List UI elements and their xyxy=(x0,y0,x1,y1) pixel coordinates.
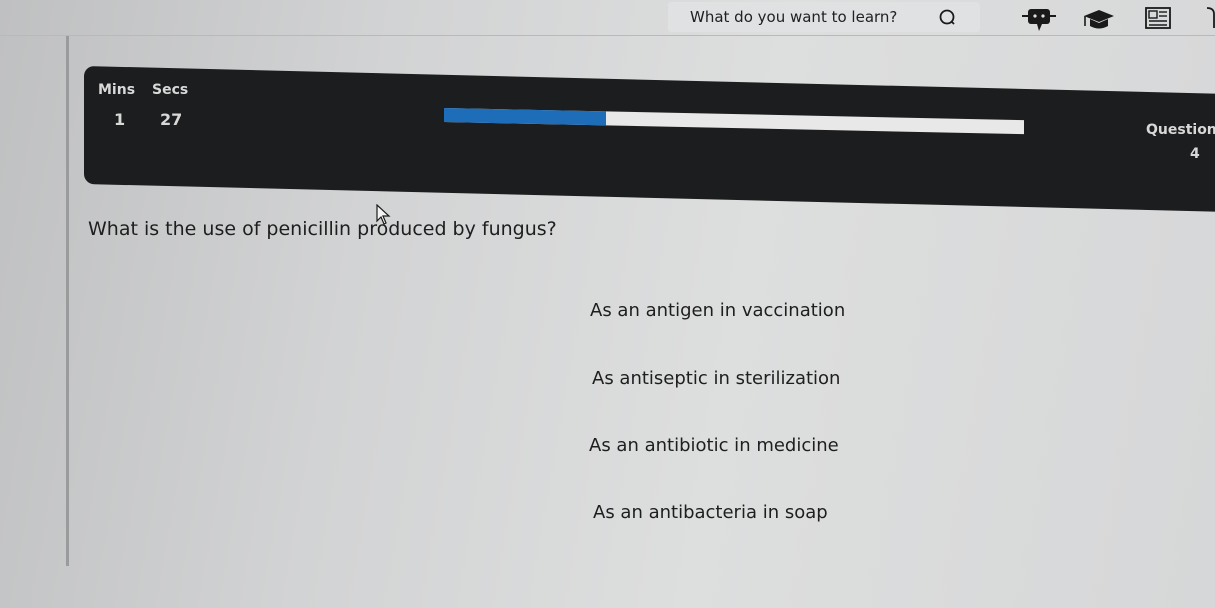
question-number: 4 xyxy=(1190,146,1200,162)
minutes-value: 1 xyxy=(114,110,126,129)
chat-bot-icon[interactable] xyxy=(1020,6,1058,34)
question-text: What is the use of penicillin produced b… xyxy=(88,218,557,240)
seconds-value: 27 xyxy=(160,110,183,129)
answer-option-3[interactable]: As an antibiotic in medicine xyxy=(589,435,839,456)
answer-option-4[interactable]: As an antibacteria in soap xyxy=(593,502,828,523)
question-label: Question xyxy=(1146,122,1215,138)
partial-menu-icon[interactable] xyxy=(1204,6,1215,32)
mouse-cursor-icon xyxy=(376,204,391,225)
graduation-cap-icon[interactable] xyxy=(1082,6,1116,32)
answer-option-2[interactable]: As antiseptic in sterilization xyxy=(592,368,840,389)
answer-option-1[interactable]: As an antigen in vaccination xyxy=(590,300,845,321)
top-bar: What do you want to learn? xyxy=(0,0,1215,36)
search-icon[interactable] xyxy=(938,7,958,27)
seconds-label: Secs xyxy=(152,82,189,98)
minutes-label: Mins xyxy=(98,82,136,98)
id-card-icon[interactable] xyxy=(1144,6,1174,32)
timer-banner xyxy=(84,66,1215,213)
search-placeholder: What do you want to learn? xyxy=(690,8,898,26)
search-bar[interactable]: What do you want to learn? xyxy=(668,2,980,32)
page-left-border xyxy=(66,36,69,566)
